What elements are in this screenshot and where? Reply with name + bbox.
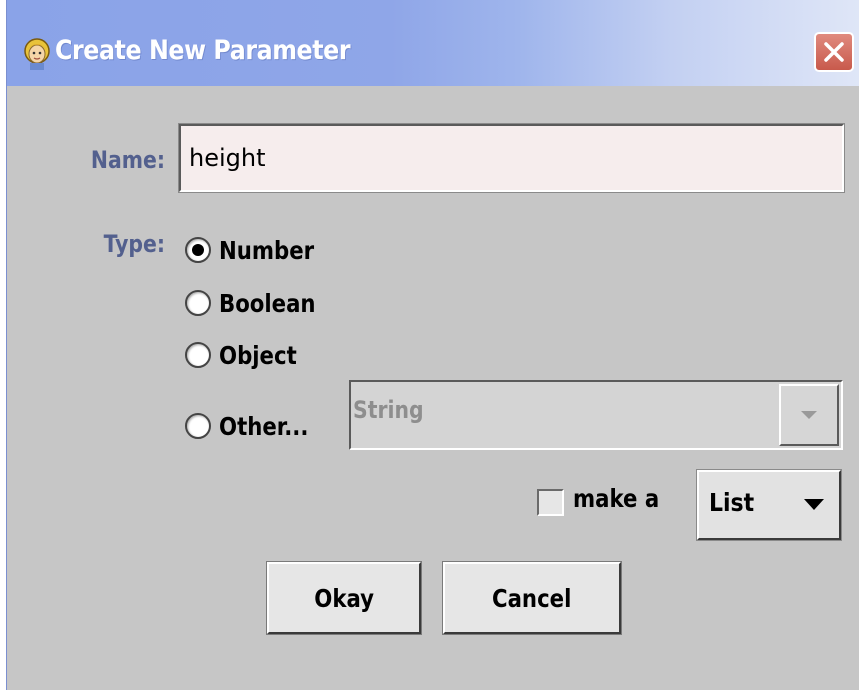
radio-object-indicator[interactable]	[185, 342, 211, 368]
make-list-checkbox[interactable]	[537, 489, 564, 516]
type-label: Type:	[103, 230, 165, 258]
dialog-title: Create New Parameter	[55, 35, 351, 66]
other-type-dropdown-button[interactable]	[779, 384, 839, 446]
radio-object[interactable]: Object	[185, 337, 310, 373]
radio-boolean-indicator[interactable]	[185, 290, 211, 316]
title-bar[interactable]: Create New Parameter	[7, 0, 859, 86]
radio-boolean-label: Boolean	[219, 288, 316, 318]
radio-number-label: Number	[219, 235, 315, 265]
okay-button-label: Okay	[314, 583, 374, 613]
okay-button[interactable]: Okay	[266, 561, 422, 635]
create-parameter-dialog: Create New Parameter Name: height Type: …	[6, 0, 859, 690]
app-character-icon	[24, 38, 50, 70]
make-list-label: make a	[573, 484, 660, 513]
radio-other[interactable]: Other...	[185, 408, 324, 444]
radio-number[interactable]: Number	[185, 232, 331, 268]
name-label: Name:	[90, 146, 165, 174]
collection-type-select[interactable]: List	[696, 469, 842, 541]
close-icon	[824, 42, 844, 62]
cancel-button[interactable]: Cancel	[442, 561, 622, 635]
radio-object-label: Object	[219, 340, 297, 370]
cancel-button-label: Cancel	[492, 583, 572, 613]
dropdown-arrow-icon	[804, 499, 824, 510]
radio-number-indicator[interactable]	[185, 237, 211, 263]
chevron-down-icon	[801, 411, 817, 419]
radio-other-label: Other...	[219, 411, 309, 441]
radio-other-indicator[interactable]	[185, 413, 211, 439]
close-button[interactable]	[814, 32, 854, 72]
other-type-combobox[interactable]: String	[349, 380, 843, 450]
collection-type-value: List	[709, 488, 755, 517]
name-input[interactable]: height	[178, 123, 845, 193]
other-type-value: String	[353, 396, 424, 424]
radio-boolean[interactable]: Boolean	[185, 285, 333, 321]
